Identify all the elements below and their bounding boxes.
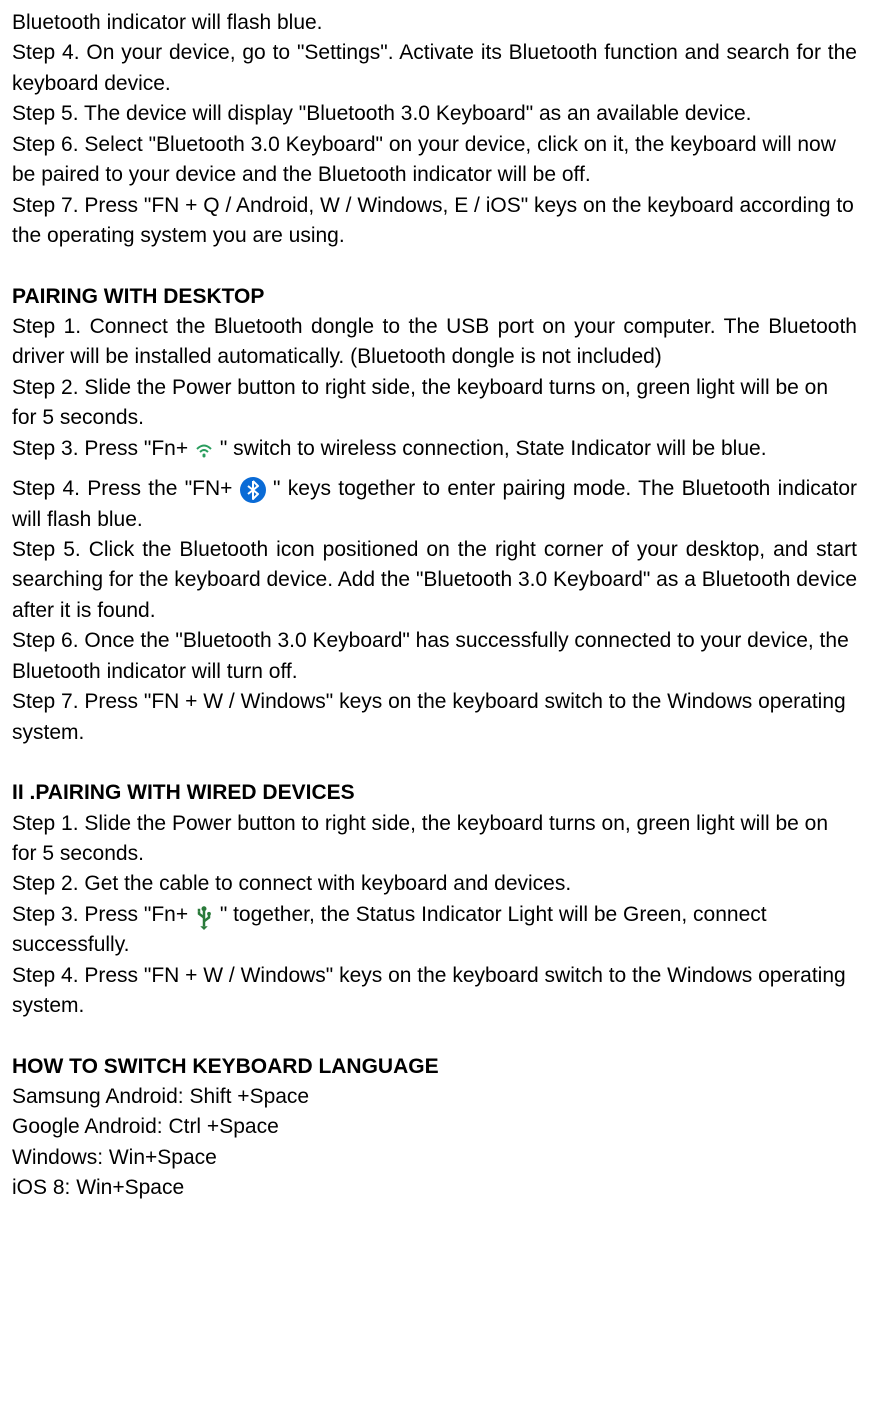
section3-step3: Step 3. Press "Fn+ " together, the Statu… bbox=[12, 900, 857, 961]
lang-samsung: Samsung Android: Shift +Space bbox=[12, 1082, 857, 1112]
spacer bbox=[12, 252, 857, 282]
spacer bbox=[12, 1022, 857, 1052]
spacer bbox=[12, 748, 857, 778]
lang-google: Google Android: Ctrl +Space bbox=[12, 1112, 857, 1142]
lang-windows: Windows: Win+Space bbox=[12, 1143, 857, 1173]
section3-step1: Step 1. Slide the Power button to right … bbox=[12, 809, 857, 870]
pairing-desktop-heading: PAIRING WITH DESKTOP bbox=[12, 282, 857, 312]
section1-step5: Step 5. The device will display "Bluetoo… bbox=[12, 99, 857, 129]
section2-step3: Step 3. Press "Fn+ " switch to wireless … bbox=[12, 434, 857, 464]
intro-line: Bluetooth indicator will flash blue. bbox=[12, 8, 857, 38]
section3-step3-text1: Step 3. Press "Fn+ bbox=[12, 903, 188, 926]
section2-step4-text1: Step 4. Press the "FN+ bbox=[12, 477, 240, 500]
section2-step3-text1: Step 3. Press "Fn+ bbox=[12, 437, 188, 460]
pairing-wired-heading: II .PAIRING WITH WIRED DEVICES bbox=[12, 778, 857, 808]
lang-ios: iOS 8: Win+Space bbox=[12, 1173, 857, 1203]
section2-step1: Step 1. Connect the Bluetooth dongle to … bbox=[12, 312, 857, 373]
section2-step4: Step 4. Press the "FN+ " keys together t… bbox=[12, 474, 857, 535]
section1-step6: Step 6. Select "Bluetooth 3.0 Keyboard" … bbox=[12, 130, 857, 191]
section2-step2: Step 2. Slide the Power button to right … bbox=[12, 373, 857, 434]
usb-icon bbox=[194, 905, 214, 925]
section1-step7: Step 7. Press "FN + Q / Android, W / Win… bbox=[12, 191, 857, 252]
bluetooth-icon bbox=[240, 477, 266, 503]
section3-step2: Step 2. Get the cable to connect with ke… bbox=[12, 869, 857, 899]
wifi-icon bbox=[194, 439, 214, 459]
section2-step7: Step 7. Press "FN + W / Windows" keys on… bbox=[12, 687, 857, 748]
section2-step5: Step 5. Click the Bluetooth icon positio… bbox=[12, 535, 857, 626]
section3-step4: Step 4. Press "FN + W / Windows" keys on… bbox=[12, 961, 857, 1022]
section2-step3-text2: " switch to wireless connection, State I… bbox=[220, 437, 767, 460]
language-heading: HOW TO SWITCH KEYBOARD LANGUAGE bbox=[12, 1052, 857, 1082]
section1-step4: Step 4. On your device, go to "Settings"… bbox=[12, 38, 857, 99]
section2-step6: Step 6. Once the "Bluetooth 3.0 Keyboard… bbox=[12, 626, 857, 687]
